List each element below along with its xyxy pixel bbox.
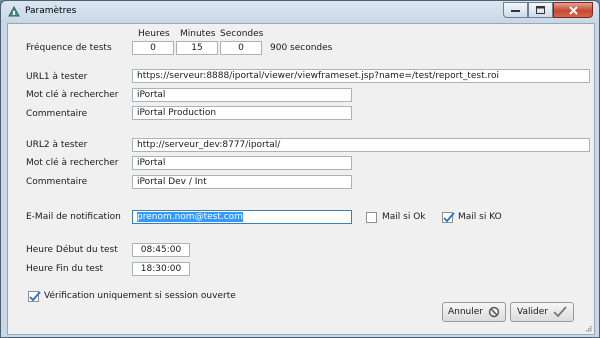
- url2-comment-field[interactable]: iPortal Dev / Int: [132, 175, 352, 189]
- start-time-label: Heure Début du test: [26, 245, 118, 255]
- mail-ok-label: Mail si Ok: [382, 212, 426, 222]
- settings-form: Heures Minutes Secondes Fréquence de tes…: [7, 23, 595, 335]
- url1-field[interactable]: https://serveur:8888/iportal/viewer/view…: [132, 69, 590, 83]
- end-time-label: Heure Fin du test: [26, 264, 104, 274]
- cancel-button[interactable]: Annuler: [442, 302, 506, 322]
- url2-label: URL2 à tester: [26, 140, 88, 150]
- start-time-field[interactable]: 08:45:00: [132, 243, 190, 257]
- validate-button-label: Valider: [517, 307, 548, 317]
- minimize-button[interactable]: [503, 2, 528, 18]
- cancel-button-label: Annuler: [447, 307, 483, 317]
- checkmark-icon: [29, 291, 41, 302]
- url1-keyword-field[interactable]: iPortal: [132, 88, 352, 102]
- url1-comment-label: Commentaire: [26, 109, 88, 119]
- hours-field[interactable]: 0: [132, 41, 174, 55]
- email-value: prenom.nom@test.com: [137, 212, 243, 222]
- seconds-field[interactable]: 0: [220, 41, 262, 55]
- url1-comment-field[interactable]: iPortal Production: [132, 106, 352, 120]
- url1-label: URL1 à tester: [26, 72, 88, 82]
- end-time-field[interactable]: 18:30:00: [132, 262, 190, 276]
- total-seconds: 900 secondes: [270, 43, 333, 53]
- resize-grip-icon[interactable]: [584, 324, 592, 332]
- mail-ko-label: Mail si KO: [458, 212, 502, 222]
- mail-ok-checkbox[interactable]: [366, 212, 377, 223]
- maximize-icon: [536, 6, 545, 14]
- checkmark-icon: [443, 212, 455, 223]
- cancel-icon: [488, 306, 500, 318]
- window-title: Paramètres: [25, 6, 77, 16]
- minutes-field[interactable]: 15: [176, 41, 218, 55]
- email-field[interactable]: prenom.nom@test.com: [132, 210, 352, 224]
- settings-window: Paramètres Heures Minutes Secondes Fréqu…: [0, 0, 600, 338]
- url2-keyword-field[interactable]: iPortal: [132, 156, 352, 170]
- maximize-button[interactable]: [528, 2, 553, 18]
- frequency-label: Fréquence de tests: [26, 43, 112, 53]
- url1-keyword-label: Mot clé à rechercher: [26, 90, 119, 100]
- minimize-icon: [511, 10, 520, 12]
- hours-header: Heures: [138, 29, 170, 39]
- url2-comment-label: Commentaire: [26, 177, 88, 187]
- caption-buttons: [503, 2, 593, 18]
- url2-field[interactable]: http://serveur_dev:8777/iportal/: [132, 138, 590, 152]
- session-check-label: Vérification uniquement si session ouver…: [44, 291, 236, 301]
- mail-ko-checkbox[interactable]: [442, 212, 455, 223]
- title-bar[interactable]: Paramètres: [1, 1, 599, 23]
- checkmark-icon: [553, 306, 567, 318]
- seconds-header: Secondes: [220, 29, 264, 39]
- validate-button[interactable]: Valider: [510, 302, 574, 322]
- email-label: E-Mail de notification: [26, 212, 121, 222]
- app-icon: [8, 5, 20, 18]
- minutes-header: Minutes: [180, 29, 216, 39]
- close-icon: [568, 5, 578, 15]
- session-checkbox[interactable]: [28, 291, 41, 302]
- close-button[interactable]: [553, 2, 593, 18]
- url2-keyword-label: Mot clé à rechercher: [26, 158, 119, 168]
